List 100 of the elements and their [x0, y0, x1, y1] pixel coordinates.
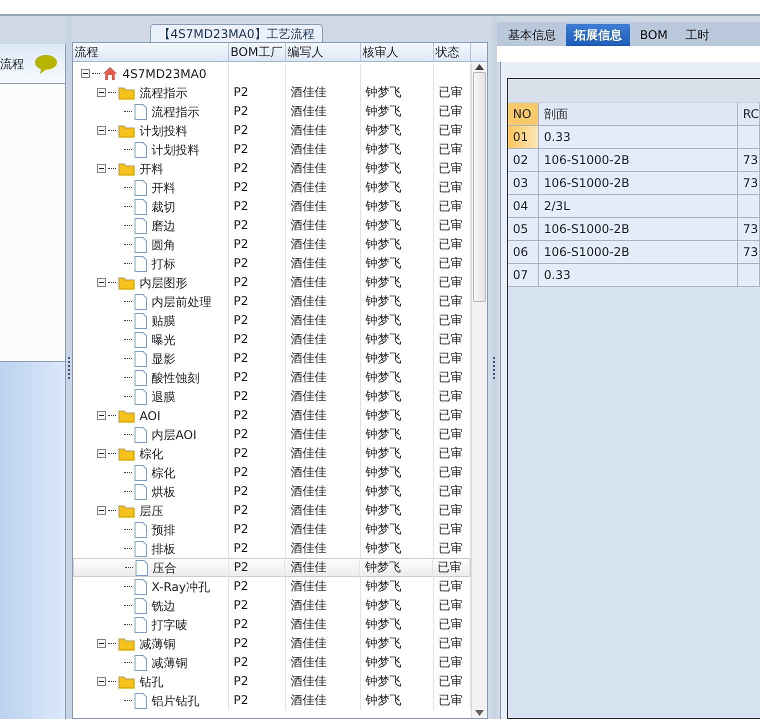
tree-row[interactable]: 减薄铜 P2 酒佳佳 钟梦飞 已审: [72, 653, 471, 672]
tree-row[interactable]: 流程指示 P2 酒佳佳 钟梦飞 已审: [72, 102, 471, 121]
table-cell: 酒佳佳: [286, 83, 361, 102]
tree-row[interactable]: 退膜 P2 酒佳佳 钟梦飞 已审: [72, 387, 471, 406]
tab[interactable]: BOM: [632, 24, 676, 46]
node-label: 层压: [138, 502, 164, 520]
table-cell: 73: [738, 218, 760, 240]
table-cell: 01: [508, 126, 539, 148]
table-cell: 酒佳佳: [286, 216, 361, 235]
tree-row[interactable]: 内层图形 P2 酒佳佳 钟梦飞 已审: [72, 273, 471, 292]
tree-row[interactable]: 钻孔 P2 酒佳佳 钟梦飞 已审: [72, 672, 471, 691]
column-header[interactable]: NO: [508, 103, 539, 125]
document-icon: [134, 236, 147, 252]
tree-row[interactable]: 层压 P2 酒佳佳 钟梦飞 已审: [72, 501, 471, 520]
collapse-icon[interactable]: [96, 639, 106, 648]
table-cell: 钟梦飞: [360, 178, 434, 197]
table-row[interactable]: 03 106-S1000-2B 73: [508, 172, 760, 195]
column-header[interactable]: 核审人: [360, 43, 434, 61]
tree-row[interactable]: 打标 P2 酒佳佳 钟梦飞 已审: [72, 254, 471, 273]
tree-row[interactable]: 圆角 P2 酒佳佳 钟梦飞 已审: [72, 235, 471, 254]
table-cell: P2: [228, 273, 286, 292]
tab[interactable]: 拓展信息: [566, 24, 630, 46]
splitter-handle[interactable]: [68, 356, 70, 378]
collapse-icon[interactable]: [96, 278, 106, 287]
folder-icon: [118, 86, 135, 100]
table-cell: 0.33: [538, 126, 738, 148]
tree-row[interactable]: 酸性蚀刻 P2 酒佳佳 钟梦飞 已审: [72, 368, 471, 387]
tree-row[interactable]: 开料 P2 酒佳佳 钟梦飞 已审: [72, 178, 471, 197]
tree-row[interactable]: 内层前处理 P2 酒佳佳 钟梦飞 已审: [72, 292, 471, 311]
tree-row[interactable]: 棕化 P2 酒佳佳 钟梦飞 已审: [72, 463, 471, 482]
table-cell: 钟梦飞: [360, 672, 434, 691]
table-cell: 酒佳佳: [286, 159, 361, 178]
tree-row[interactable]: AOI P2 酒佳佳 钟梦飞 已审: [72, 406, 471, 425]
collapse-icon[interactable]: [96, 506, 106, 515]
document-icon: [134, 142, 147, 158]
tree-row[interactable]: 贴膜 P2 酒佳佳 钟梦飞 已审: [72, 311, 471, 330]
column-header[interactable]: RC: [738, 103, 760, 125]
table-cell: P2: [228, 634, 286, 653]
tab[interactable]: 基本信息: [500, 24, 564, 46]
tree-row[interactable]: 计划投料 P2 酒佳佳 钟梦飞 已审: [72, 121, 471, 140]
tree-row[interactable]: 计划投料 P2 酒佳佳 钟梦飞 已审: [72, 140, 471, 159]
collapse-icon[interactable]: [96, 164, 106, 173]
column-header[interactable]: 状态: [434, 43, 471, 61]
node-label: 计划投料: [138, 122, 188, 140]
tree-row[interactable]: X-Ray冲孔 P2 酒佳佳 钟梦飞 已审: [72, 577, 471, 596]
column-header[interactable]: 编写人: [286, 43, 361, 61]
splitter-handle[interactable]: [493, 356, 496, 378]
table-cell: 酒佳佳: [286, 349, 361, 368]
tree-row[interactable]: 打字唛 P2 酒佳佳 钟梦飞 已审: [72, 615, 471, 634]
table-cell: 酒佳佳: [286, 178, 361, 197]
table-row[interactable]: 04 2/3L: [508, 195, 760, 218]
tree-row[interactable]: 铣边 P2 酒佳佳 钟梦飞 已审: [72, 596, 471, 615]
collapse-icon[interactable]: [96, 126, 106, 135]
tree-row[interactable]: 磨边 P2 酒佳佳 钟梦飞 已审: [72, 216, 471, 235]
tree-row[interactable]: 裁切 P2 酒佳佳 钟梦飞 已审: [72, 197, 471, 216]
tree-row[interactable]: 显影 P2 酒佳佳 钟梦飞 已审: [72, 349, 471, 368]
tree-row[interactable]: 棕化 P2 酒佳佳 钟梦飞 已审: [72, 444, 471, 463]
scrollbar[interactable]: [470, 62, 487, 718]
table-row[interactable]: 01 0.33: [508, 126, 760, 149]
scroll-down-icon[interactable]: [474, 710, 484, 716]
table-cell: 钟梦飞: [360, 216, 434, 235]
column-header[interactable]: BOM工厂: [228, 43, 286, 61]
table-cell: 酒佳佳: [286, 121, 361, 140]
table-cell: 酒佳佳: [286, 482, 361, 501]
table-cell: 钟梦飞: [360, 691, 434, 710]
scroll-up-icon[interactable]: [474, 64, 484, 70]
tree-row[interactable]: 压合 P2 酒佳佳 钟梦飞 已审: [72, 558, 471, 577]
tab[interactable]: 工时: [678, 24, 718, 46]
tree-row[interactable]: 烘板 P2 酒佳佳 钟梦飞 已审: [72, 482, 471, 501]
node-label: 曝光: [150, 332, 176, 348]
column-header[interactable]: 流程: [72, 43, 229, 61]
collapse-icon[interactable]: [96, 411, 106, 420]
table-cell: P2: [228, 254, 286, 273]
tree-row[interactable]: 预排 P2 酒佳佳 钟梦飞 已审: [72, 520, 471, 539]
table-cell: 酒佳佳: [286, 102, 361, 121]
table-cell: 钟梦飞: [360, 482, 434, 501]
table-row[interactable]: 07 0.33: [508, 264, 760, 287]
node-label: 铝片钻孔: [150, 692, 200, 710]
node-label: 内层AOI: [150, 426, 196, 444]
table-row[interactable]: 05 106-S1000-2B 73: [508, 218, 760, 241]
collapse-icon[interactable]: [96, 88, 106, 97]
table-cell: 酒佳佳: [286, 501, 361, 520]
table-cell: 酒佳佳: [286, 197, 361, 216]
column-header[interactable]: 剖面: [538, 103, 738, 125]
collapse-icon[interactable]: [80, 69, 90, 78]
tree-row[interactable]: 4S7MD23MA0: [72, 64, 471, 83]
table-cell: P2: [228, 444, 286, 463]
table-cell: 106-S1000-2B: [538, 172, 738, 194]
table-row[interactable]: 02 106-S1000-2B 73: [508, 149, 760, 172]
tree-row[interactable]: 流程指示 P2 酒佳佳 钟梦飞 已审: [72, 83, 471, 102]
tree-row[interactable]: 开料 P2 酒佳佳 钟梦飞 已审: [72, 159, 471, 178]
collapse-icon[interactable]: [96, 677, 106, 686]
table-row[interactable]: 06 106-S1000-2B 73: [508, 241, 760, 264]
table-cell: 酒佳佳: [286, 368, 361, 387]
collapse-icon[interactable]: [96, 449, 106, 458]
node-label: 减薄铜: [150, 654, 188, 672]
tree-row[interactable]: 曝光 P2 酒佳佳 钟梦飞 已审: [72, 330, 471, 349]
tree-row[interactable]: 铝片钻孔 P2 酒佳佳 钟梦飞 已审: [72, 691, 471, 710]
tree-row[interactable]: 内层AOI P2 酒佳佳 钟梦飞 已审: [72, 425, 471, 444]
tree-row[interactable]: 减薄铜 P2 酒佳佳 钟梦飞 已审: [72, 634, 471, 653]
